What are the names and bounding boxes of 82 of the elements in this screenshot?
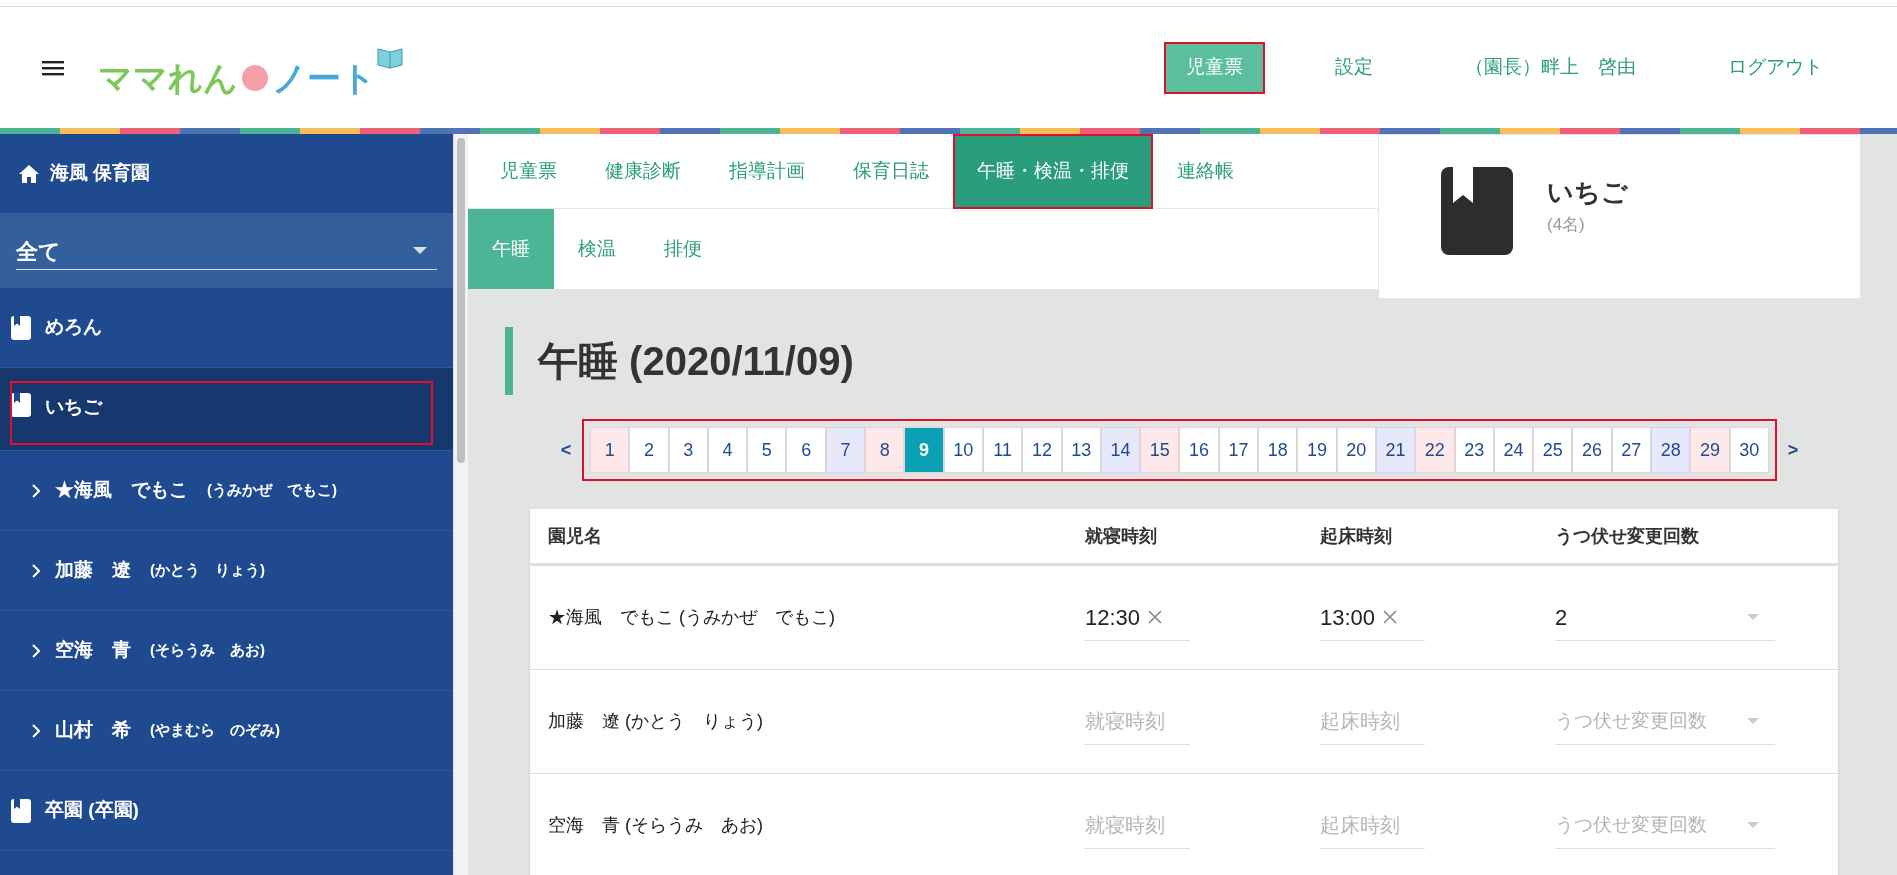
child-reading: (かとう りょう) [150,560,265,581]
date-button[interactable]: 19 [1297,427,1337,473]
class-name: めろん [45,315,102,340]
date-button[interactable]: 28 [1651,427,1691,473]
app-logo: ママれん ノート [98,32,404,103]
column-header: うつ伏せ変更回数 [1555,525,1699,546]
class-list-item[interactable]: いちご [0,368,453,451]
date-button[interactable]: 17 [1218,427,1259,473]
chevron-right-icon [32,643,40,658]
date-button[interactable]: 8 [865,427,905,473]
child-reading: (そらうみ あお) [150,640,265,661]
child-name: ★海風 でもこ [55,478,188,503]
scrollbar-thumb[interactable] [457,138,465,463]
child-name: ★海風 でもこ (うみかぜ でもこ) [548,607,835,627]
bookmark-icon [11,798,31,823]
menu-icon[interactable] [42,58,64,77]
date-button[interactable]: 2 [629,427,669,473]
nav-link[interactable]: （園長）畔上 啓由 [1443,41,1658,94]
date-button[interactable]: 11 [982,427,1023,473]
bookmark-icon [11,315,31,340]
column-header: 園児名 [548,525,602,546]
time-field[interactable]: 13:00 [1320,594,1425,641]
tab[interactable]: 連絡帳 [1153,134,1258,209]
date-button[interactable]: 20 [1336,427,1376,473]
child-reading: (やまむら のぞみ) [150,720,280,741]
date-button[interactable]: 10 [943,427,983,473]
child-name: 空海 青 (そらうみ あお) [548,815,763,835]
class-name: いちご [45,395,102,419]
child-name: 空海 青 [55,638,131,663]
date-button[interactable]: 25 [1533,427,1573,473]
clear-icon[interactable] [1148,610,1163,624]
date-button[interactable]: 23 [1454,427,1494,473]
caret-icon [1747,614,1759,620]
date-button[interactable]: 12 [1022,427,1062,473]
caret-icon [1747,718,1759,724]
nav-link[interactable]: 設定 [1313,41,1395,94]
clear-icon[interactable] [1383,610,1398,624]
date-button[interactable]: 24 [1493,427,1534,473]
subtab[interactable]: 排便 [640,209,726,289]
date-button[interactable]: 7 [825,427,866,473]
nursery-name: 海風 保育園 [50,161,151,186]
chevron-right-icon [32,563,40,578]
date-button[interactable]: 14 [1100,427,1141,473]
date-button[interactable]: 5 [747,427,787,473]
subtab[interactable]: 検温 [554,209,640,289]
next-month-button[interactable]: > [1784,436,1801,464]
date-button[interactable]: 1 [590,427,630,473]
date-button[interactable]: 4 [707,427,748,473]
class-name: いちご [1547,176,1628,209]
date-button[interactable]: 22 [1415,427,1455,473]
member-count: (4名) [1547,214,1586,236]
date-button[interactable]: 18 [1258,427,1298,473]
column-header: 起床時刻 [1320,525,1392,546]
date-button[interactable]: 16 [1179,427,1219,473]
child-name: 山村 希 [55,718,131,743]
date-button[interactable]: 13 [1061,427,1101,473]
column-header: 就寝時刻 [1085,525,1157,546]
class-list-item[interactable]: 卒園 (卒園) [0,771,453,851]
caret-icon [1747,822,1759,828]
date-button[interactable]: 26 [1572,427,1612,473]
child-name: 加藤 遼 (かとう りょう) [548,711,763,731]
chevron-right-icon [32,723,40,738]
page-title: 午睡 (2020/11/09) [538,338,854,385]
count-select[interactable]: 2 [1555,594,1775,641]
date-button[interactable]: 21 [1375,427,1416,473]
date-button[interactable]: 30 [1729,427,1769,473]
date-button[interactable]: 3 [668,427,708,473]
caret-icon [413,247,427,255]
home-icon [18,163,40,184]
date-button[interactable]: 27 [1611,427,1651,473]
chevron-right-icon [32,483,40,498]
child-name: 加藤 遼 [55,558,131,583]
title-accent-bar [505,327,513,395]
time-field[interactable]: 12:30 [1085,594,1190,641]
date-button[interactable]: 6 [786,427,826,473]
bookmark-icon [11,393,31,417]
child-reading: (うみかぜ でもこ) [207,480,337,501]
bookmark-icon [1441,167,1513,255]
date-button[interactable]: 29 [1690,427,1730,473]
previous-month-button[interactable]: < [558,436,574,464]
date-button[interactable]: 15 [1140,427,1180,473]
class-name: 卒園 (卒園) [45,798,139,823]
